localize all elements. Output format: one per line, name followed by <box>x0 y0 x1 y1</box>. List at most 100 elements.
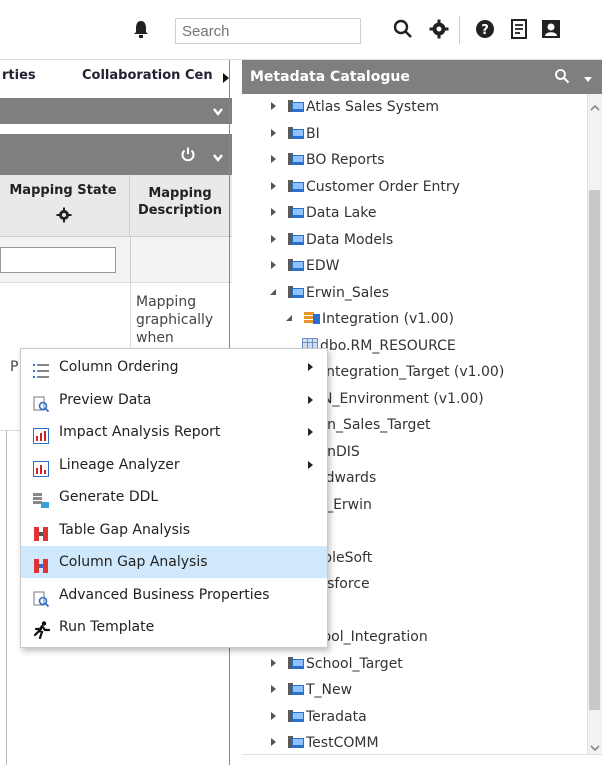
menu-item-label: Table Gap Analysis <box>59 521 191 538</box>
mapping-state-filter-input[interactable] <box>0 247 116 273</box>
system-folder-icon <box>288 149 304 165</box>
menu-item-label: Run Template <box>59 619 155 635</box>
collapsed-section-bar-2[interactable] <box>0 134 232 175</box>
submenu-arrow-icon <box>308 363 313 371</box>
generate-ddl-icon <box>33 489 49 508</box>
panel-edge <box>6 430 7 765</box>
tree-node[interactable]: Data Lake <box>268 200 376 226</box>
notes-icon[interactable] <box>508 18 530 40</box>
chevron-down-icon[interactable] <box>212 149 224 168</box>
menu-item-column-ordering[interactable]: Column Ordering <box>21 351 327 383</box>
context-menu: Column Ordering Preview Data Impact Analys… <box>20 348 328 648</box>
search-icon[interactable] <box>392 18 414 40</box>
menu-item-label: Impact Analysis Report <box>59 424 221 440</box>
submenu-arrow-icon <box>308 428 313 436</box>
tab-collaboration-center[interactable]: Collaboration Cen <box>82 68 213 83</box>
tree-node[interactable]: BI <box>268 121 320 147</box>
column-header-mapping-state[interactable]: Mapping State <box>0 175 130 237</box>
menu-item-table-gap-analysis[interactable]: Table Gap Analysis <box>21 514 327 546</box>
system-folder-icon <box>288 229 304 245</box>
expand-right-arrow-icon[interactable] <box>268 679 280 705</box>
chevron-down-icon[interactable] <box>582 71 594 90</box>
tree-node[interactable]: Erwin_Sales <box>268 280 389 306</box>
submenu-arrow-icon <box>308 460 313 469</box>
system-folder-icon <box>288 176 304 192</box>
system-folder-icon <box>288 653 304 669</box>
tree-node[interactable]: Customer Order Entry <box>268 174 460 200</box>
tree-node[interactable]: T_New <box>268 677 352 703</box>
tree-node-label: dbo.RM_RESOURCE <box>320 337 456 354</box>
tab-scroll-right-icon[interactable] <box>220 68 232 88</box>
menu-item-label: Column Gap Analysis <box>59 554 208 570</box>
expand-right-arrow-icon[interactable] <box>268 732 280 754</box>
expand-right-arrow-icon[interactable] <box>268 706 280 732</box>
scrollbar-thumb[interactable] <box>589 190 600 710</box>
menu-item-preview-data[interactable]: Preview Data <box>21 384 327 416</box>
expand-right-arrow-icon[interactable] <box>268 255 280 281</box>
tree-footer <box>242 754 602 765</box>
tree-node-label: EDW <box>306 258 340 274</box>
tree-node[interactable]: School_Target <box>268 651 403 677</box>
tree-node[interactable]: Teradata <box>268 704 367 730</box>
tree-node-label: Atlas Sales System <box>306 99 439 115</box>
system-folder-icon <box>288 706 304 722</box>
tree-node-label: Data Models <box>306 231 394 248</box>
tree-node[interactable]: Atlas Sales System <box>268 94 439 120</box>
help-icon[interactable]: ? <box>474 18 496 40</box>
column-header-label: Mapping State <box>9 183 117 198</box>
tree-node-label: BO Reports <box>306 152 385 168</box>
notification-bell-icon[interactable] <box>130 18 152 40</box>
search-input[interactable] <box>175 18 361 44</box>
settings-gear-icon[interactable] <box>428 18 450 40</box>
expand-right-arrow-icon[interactable] <box>268 149 280 175</box>
tree-node-label: N_Environment (v1.00) <box>322 390 484 407</box>
column-header-label: Mapping Description <box>137 186 223 218</box>
menu-item-column-gap-analysis[interactable]: Column Gap Analysis <box>21 546 327 578</box>
tree-node-label: TestCOMM <box>306 735 379 751</box>
menu-item-lineage-analyzer[interactable]: Lineage Analyzer <box>21 449 327 481</box>
tree-node-label: Customer Order Entry <box>306 178 460 195</box>
expand-right-arrow-icon[interactable] <box>268 229 280 255</box>
search-icon[interactable] <box>554 68 570 88</box>
column-ordering-icon <box>33 359 49 378</box>
scroll-up-icon[interactable] <box>589 98 601 117</box>
left-panel-tabs: rties Collaboration Cen <box>0 60 232 94</box>
power-icon[interactable] <box>180 146 196 166</box>
menu-item-run-template[interactable]: Run Template <box>21 611 327 643</box>
expand-right-arrow-icon[interactable] <box>268 176 280 202</box>
mapping-grid-header: Mapping State Mapping Description <box>0 175 232 237</box>
expand-down-arrow-icon[interactable] <box>284 308 296 334</box>
menu-item-advanced-business-properties[interactable]: Advanced Business Properties <box>21 579 327 611</box>
tree-node[interactable]: EDW <box>268 253 339 279</box>
expand-right-arrow-icon[interactable] <box>268 653 280 679</box>
expand-down-arrow-icon[interactable] <box>268 282 280 308</box>
tree-node-label: Integration (v1.00) <box>322 311 454 327</box>
tree-node-label: Erwin_Sales <box>306 284 390 301</box>
menu-item-label: Preview Data <box>59 391 152 408</box>
chevron-down-icon[interactable] <box>212 103 224 122</box>
column-settings-icon[interactable] <box>56 207 72 227</box>
column-header-mapping-description[interactable]: Mapping Description <box>130 175 232 237</box>
lineage-chart-icon <box>33 457 49 477</box>
expand-right-arrow-icon[interactable] <box>268 96 280 122</box>
user-profile-icon[interactable] <box>540 18 562 40</box>
table-gap-icon <box>33 522 49 541</box>
menu-item-generate-ddl[interactable]: Generate DDL <box>21 481 327 513</box>
table-icon <box>302 335 318 352</box>
row-cell-fragment: P <box>10 359 19 375</box>
tree-node[interactable]: BO Reports <box>268 147 385 173</box>
tab-properties[interactable]: rties <box>2 68 36 83</box>
system-folder-icon <box>288 202 304 218</box>
collapsed-section-bar-1[interactable] <box>0 98 232 124</box>
tree-node[interactable]: TestCOMM <box>268 730 379 754</box>
tree-node-label: School_Target <box>306 655 403 672</box>
tree-node[interactable]: Integration (v1.00) <box>284 306 454 332</box>
menu-item-label: Column Ordering <box>59 359 179 375</box>
expand-right-arrow-icon[interactable] <box>268 202 280 228</box>
column-divider <box>130 237 131 283</box>
expand-right-arrow-icon[interactable] <box>268 123 280 149</box>
tree-node[interactable]: Data Models <box>268 227 393 253</box>
menu-item-impact-analysis-report[interactable]: Impact Analysis Report <box>21 416 327 448</box>
system-folder-icon <box>288 732 304 748</box>
business-properties-icon <box>33 587 50 607</box>
